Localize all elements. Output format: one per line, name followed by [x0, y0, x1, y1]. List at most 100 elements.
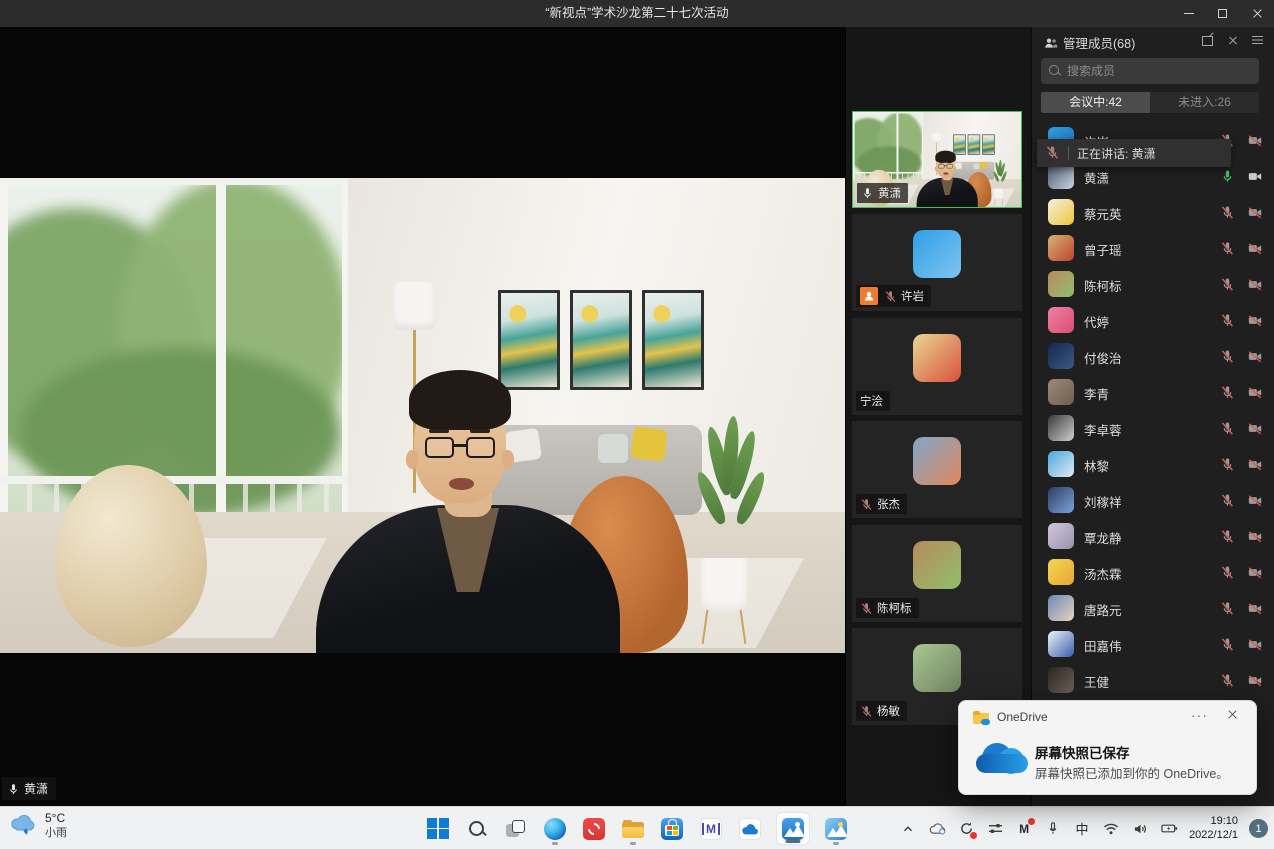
camera-status-icon[interactable]	[1247, 348, 1263, 366]
camera-status-icon[interactable]	[1247, 636, 1263, 654]
meeting-app-button[interactable]	[776, 812, 810, 845]
person-mouth	[943, 172, 948, 174]
ime-indicator[interactable]: 中	[1073, 820, 1091, 838]
maximize-button[interactable]	[1206, 0, 1240, 27]
member-row[interactable]: 李卓蓉	[1032, 410, 1274, 446]
member-row[interactable]: 蔡元英	[1032, 194, 1274, 230]
microphone-tray-icon[interactable]	[1044, 820, 1062, 838]
edge-app-button[interactable]	[542, 811, 568, 847]
mic-icon	[1220, 673, 1235, 688]
mic-status-icon[interactable]	[1220, 240, 1235, 258]
speaker-icon[interactable]	[1131, 820, 1149, 838]
photos-app-button[interactable]	[823, 811, 849, 847]
tab-in-meeting[interactable]: 会议中:42	[1041, 92, 1150, 113]
search-input[interactable]	[1067, 64, 1251, 78]
notification-count-badge[interactable]: 1	[1249, 819, 1268, 838]
mic-status-icon[interactable]	[1220, 456, 1235, 474]
camera-icon	[1247, 673, 1263, 688]
mixer-icon[interactable]	[986, 820, 1004, 838]
member-row[interactable]: 覃龙静	[1032, 518, 1274, 554]
mic-status-icon[interactable]	[1220, 348, 1235, 366]
camera-status-icon[interactable]	[1247, 420, 1263, 438]
glasses-lens	[425, 437, 454, 458]
member-row[interactable]: 汤杰霖	[1032, 554, 1274, 590]
tab-not-joined[interactable]: 未进入:26	[1150, 92, 1259, 113]
member-row[interactable]: 田嘉伟	[1032, 626, 1274, 662]
mic-status-icon[interactable]	[1220, 636, 1235, 654]
restart-pending-icon[interactable]	[957, 820, 975, 838]
member-row[interactable]: 刘稼祥	[1032, 482, 1274, 518]
minimize-button[interactable]	[1172, 0, 1206, 27]
mic-status-icon[interactable]	[1220, 672, 1235, 690]
camera-status-icon[interactable]	[1247, 564, 1263, 582]
popout-panel-icon[interactable]	[1202, 34, 1214, 46]
person-hair	[409, 370, 511, 430]
member-row[interactable]: 王健	[1032, 662, 1274, 698]
microsoft-store-button[interactable]	[659, 811, 685, 847]
camera-icon	[1247, 277, 1263, 292]
appgallery-app-button[interactable]	[581, 811, 607, 847]
onedrive-sync-icon[interactable]	[928, 820, 946, 838]
camera-status-icon[interactable]	[1247, 384, 1263, 402]
camera-status-icon[interactable]	[1247, 240, 1263, 258]
main-video-tile[interactable]: 黄潇	[0, 27, 845, 806]
mic-status-icon[interactable]	[1220, 600, 1235, 618]
notification-close-icon[interactable]	[1226, 707, 1238, 721]
member-row[interactable]: 陈柯标	[1032, 266, 1274, 302]
onedrive-app-button[interactable]	[737, 811, 763, 847]
camera-status-icon[interactable]	[1247, 132, 1263, 150]
tray-overflow-chevron-icon[interactable]	[899, 820, 917, 838]
m-app-button[interactable]: M	[698, 811, 724, 847]
taskbar-search-button[interactable]	[464, 811, 490, 847]
member-row[interactable]: 曾子瑶	[1032, 230, 1274, 266]
camera-status-icon[interactable]	[1247, 204, 1263, 222]
weather-widget[interactable]: 5°C 小雨	[10, 811, 67, 841]
speaking-indicator-toast: 正在讲话: 黄潇	[1037, 139, 1231, 167]
mic-status-icon[interactable]	[1220, 564, 1235, 582]
system-tray: M 中 19:10 2022/12/1 1	[899, 807, 1268, 849]
thumbnail-zhangjie[interactable]: 张杰	[852, 421, 1022, 518]
camera-status-icon[interactable]	[1247, 456, 1263, 474]
mic-status-icon[interactable]	[1220, 312, 1235, 330]
start-button[interactable]	[425, 811, 451, 847]
mic-status-icon[interactable]	[1220, 420, 1235, 438]
member-row[interactable]: 付俊治	[1032, 338, 1274, 374]
camera-status-icon[interactable]	[1247, 528, 1263, 546]
panel-menu-icon[interactable]	[1252, 34, 1264, 46]
member-row[interactable]: 唐路元	[1032, 590, 1274, 626]
camera-status-icon[interactable]	[1247, 276, 1263, 294]
member-row[interactable]: 林黎	[1032, 446, 1274, 482]
close-panel-icon[interactable]	[1227, 34, 1239, 46]
m-app-icon: M	[700, 818, 722, 840]
task-view-icon	[506, 820, 526, 838]
thumbnail-xuyan[interactable]: 许岩	[852, 214, 1022, 311]
close-button[interactable]	[1240, 0, 1274, 27]
task-view-button[interactable]	[503, 811, 529, 847]
member-row[interactable]: 代婷	[1032, 302, 1274, 338]
onedrive-notification[interactable]: OneDrive ··· 屏幕快照已保存 屏幕快照已添加到你的 OneDrive…	[958, 700, 1257, 795]
file-explorer-button[interactable]	[620, 811, 646, 847]
thumbnail-ninghui[interactable]: 宁浍	[852, 318, 1022, 415]
member-row[interactable]: 李青	[1032, 374, 1274, 410]
notification-more-icon[interactable]: ···	[1191, 707, 1208, 723]
camera-status-icon[interactable]	[1247, 492, 1263, 510]
thumbnail-name-tag: 陈柯标	[856, 598, 919, 618]
mic-status-icon[interactable]	[1220, 276, 1235, 294]
camera-status-icon[interactable]	[1247, 168, 1263, 186]
wifi-icon[interactable]	[1102, 820, 1120, 838]
battery-charging-icon[interactable]	[1160, 820, 1178, 838]
member-search-box[interactable]	[1041, 58, 1259, 84]
camera-status-icon[interactable]	[1247, 600, 1263, 618]
mic-status-icon[interactable]	[1220, 384, 1235, 402]
m-tray-icon[interactable]: M	[1015, 820, 1033, 838]
camera-status-icon[interactable]	[1247, 672, 1263, 690]
thumbnail-chenkebiao[interactable]: 陈柯标	[852, 525, 1022, 622]
mic-status-icon[interactable]	[1220, 528, 1235, 546]
camera-status-icon[interactable]	[1247, 312, 1263, 330]
thumbnail-huangxiao[interactable]: 黄潇	[852, 111, 1022, 208]
mic-status-icon[interactable]	[1220, 492, 1235, 510]
clock[interactable]: 19:10 2022/12/1	[1189, 815, 1238, 842]
mic-status-icon[interactable]	[1220, 168, 1235, 186]
avatar	[1048, 451, 1074, 477]
mic-status-icon[interactable]	[1220, 204, 1235, 222]
